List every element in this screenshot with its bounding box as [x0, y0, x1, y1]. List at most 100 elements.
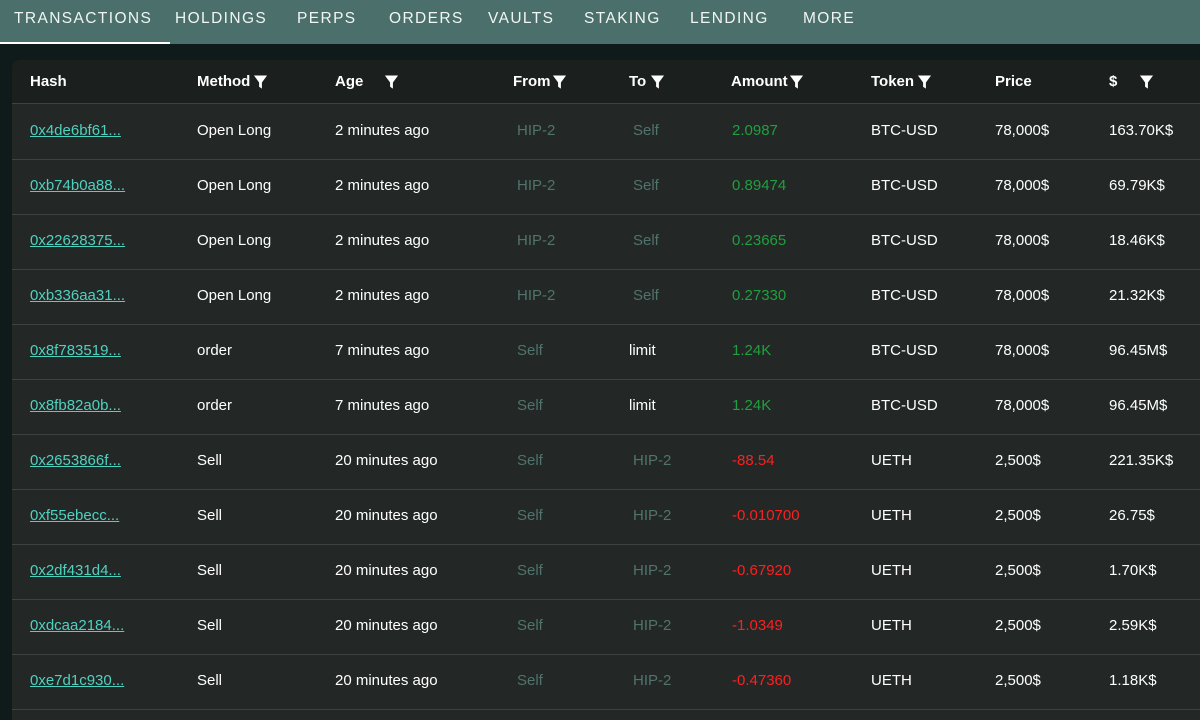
- to-cell: HIP-2: [633, 452, 672, 469]
- tx-hash-link[interactable]: 0xdcaa2184...: [30, 599, 124, 654]
- tx-hash-link[interactable]: 0x4de6bf61...: [30, 104, 121, 159]
- method-cell: Open Long: [197, 177, 272, 194]
- age-cell: 20 minutes ago: [335, 562, 438, 579]
- tx-hash-link[interactable]: 0xb336aa31...: [30, 269, 125, 324]
- tx-hash-link[interactable]: 0x8f783519...: [30, 324, 121, 379]
- column-header-method: Method: [197, 73, 251, 90]
- from-cell: Self: [517, 342, 543, 359]
- price-cell: 2,500$: [995, 617, 1041, 634]
- token-cell: UETH: [871, 507, 912, 524]
- tab-staking[interactable]: STAKING: [584, 0, 661, 44]
- table-row: 0xf55ebecc... Sell 20 minutes ago Self H…: [12, 489, 1200, 545]
- age-filter-icon[interactable]: [384, 74, 399, 90]
- method-cell: Sell: [197, 672, 223, 689]
- top-tab-bar: TRANSACTIONS HOLDINGS PERPS ORDERS VAULT…: [0, 0, 1200, 44]
- to-cell: limit: [629, 342, 656, 359]
- from-cell: HIP-2: [517, 122, 556, 139]
- column-header-hash: Hash: [30, 73, 67, 90]
- to-cell: HIP-2: [633, 617, 672, 634]
- tab-lending[interactable]: LENDING: [690, 0, 769, 44]
- table-row: 0x2df431d4... Sell 20 minutes ago Self H…: [12, 544, 1200, 600]
- method-cell: Sell: [197, 617, 223, 634]
- usd-value-cell: 2.59K$: [1109, 617, 1157, 634]
- method-cell: order: [197, 342, 233, 359]
- transactions-table: Hash Method Age From To Amount Token Pri…: [12, 60, 1200, 720]
- amount-cell: 0.89474: [732, 177, 787, 194]
- table-row: 0x2653866f... Sell 20 minutes ago Self H…: [12, 434, 1200, 490]
- method-filter-icon[interactable]: [253, 74, 268, 90]
- tab-orders[interactable]: ORDERS: [389, 0, 464, 44]
- column-header-amount: Amount: [731, 73, 788, 90]
- usd-value-cell: 96.45M$: [1109, 397, 1168, 414]
- tx-hash-link[interactable]: 0xf55ebecc...: [30, 489, 119, 544]
- amount-cell: -0.67920: [732, 562, 792, 579]
- usd-value-cell: 221.35K$: [1109, 452, 1174, 469]
- usd-value-cell: 1.18K$: [1109, 672, 1157, 689]
- method-cell: Sell: [197, 507, 223, 524]
- to-cell: HIP-2: [633, 672, 672, 689]
- age-cell: 20 minutes ago: [335, 672, 438, 689]
- table-header: Hash Method Age From To Amount Token Pri…: [12, 60, 1200, 103]
- price-cell: 78,000$: [995, 177, 1050, 194]
- tab-vaults[interactable]: VAULTS: [488, 0, 554, 44]
- token-cell: BTC-USD: [871, 342, 938, 359]
- from-cell: Self: [517, 562, 543, 579]
- token-cell: UETH: [871, 617, 912, 634]
- from-cell: Self: [517, 452, 543, 469]
- method-cell: Open Long: [197, 122, 272, 139]
- price-cell: 2,500$: [995, 507, 1041, 524]
- tab-more[interactable]: MORE: [803, 0, 855, 44]
- table-row: 0xb336aa31... Open Long 2 minutes ago HI…: [12, 269, 1200, 325]
- to-cell: Self: [633, 287, 659, 304]
- price-cell: 78,000$: [995, 122, 1050, 139]
- to-cell: Self: [633, 122, 659, 139]
- column-header-usd: $: [1109, 73, 1118, 90]
- amount-cell: -1.0349: [732, 617, 783, 634]
- usd-value-cell: 96.45M$: [1109, 342, 1168, 359]
- amount-cell: 1.24K: [732, 342, 772, 359]
- token-cell: BTC-USD: [871, 287, 938, 304]
- amount-cell: -0.47360: [732, 672, 792, 689]
- age-cell: 20 minutes ago: [335, 617, 438, 634]
- tx-hash-link[interactable]: 0x2df431d4...: [30, 544, 121, 599]
- table-row: 0xe7d1c930... Sell 20 minutes ago Self H…: [12, 654, 1200, 710]
- price-cell: 78,000$: [995, 287, 1050, 304]
- method-cell: Open Long: [197, 287, 272, 304]
- tab-perps[interactable]: PERPS: [297, 0, 357, 44]
- tx-hash-link[interactable]: 0xb74b0a88...: [30, 159, 125, 214]
- usd-filter-icon[interactable]: [1139, 74, 1154, 90]
- amount-cell: 0.23665: [732, 232, 787, 249]
- table-row: 0x22628375... Open Long 2 minutes ago HI…: [12, 214, 1200, 270]
- to-cell: Self: [633, 177, 659, 194]
- token-cell: BTC-USD: [871, 397, 938, 414]
- price-cell: 2,500$: [995, 672, 1041, 689]
- from-cell: HIP-2: [517, 287, 556, 304]
- token-cell: UETH: [871, 672, 912, 689]
- token-cell: BTC-USD: [871, 122, 938, 139]
- token-cell: BTC-USD: [871, 232, 938, 249]
- age-cell: 20 minutes ago: [335, 507, 438, 524]
- usd-value-cell: 1.70K$: [1109, 562, 1157, 579]
- age-cell: 2 minutes ago: [335, 287, 430, 304]
- age-cell: 2 minutes ago: [335, 232, 430, 249]
- usd-value-cell: 26.75$: [1109, 507, 1155, 524]
- from-filter-icon[interactable]: [552, 74, 567, 90]
- usd-value-cell: 163.70K$: [1109, 122, 1174, 139]
- amount-cell: 2.0987: [732, 122, 778, 139]
- table-row: 0xb74b0a88... Open Long 2 minutes ago HI…: [12, 159, 1200, 215]
- age-cell: 20 minutes ago: [335, 452, 438, 469]
- tx-hash-link[interactable]: 0x8fb82a0b...: [30, 379, 121, 434]
- from-cell: Self: [517, 672, 543, 689]
- method-cell: Open Long: [197, 232, 272, 249]
- amount-cell: -0.010700: [732, 507, 800, 524]
- amount-filter-icon[interactable]: [789, 74, 804, 90]
- tab-transactions[interactable]: TRANSACTIONS: [0, 0, 171, 44]
- tx-hash-link[interactable]: 0x22628375...: [30, 214, 125, 269]
- tab-holdings[interactable]: HOLDINGS: [175, 0, 267, 44]
- tx-hash-link[interactable]: 0xe7d1c930...: [30, 654, 124, 709]
- to-filter-icon[interactable]: [650, 74, 665, 90]
- token-filter-icon[interactable]: [917, 74, 932, 90]
- table-row: 0x8f783519... order 7 minutes ago Self l…: [12, 324, 1200, 380]
- tx-hash-link[interactable]: 0x2653866f...: [30, 434, 121, 489]
- column-header-to: To: [629, 73, 647, 90]
